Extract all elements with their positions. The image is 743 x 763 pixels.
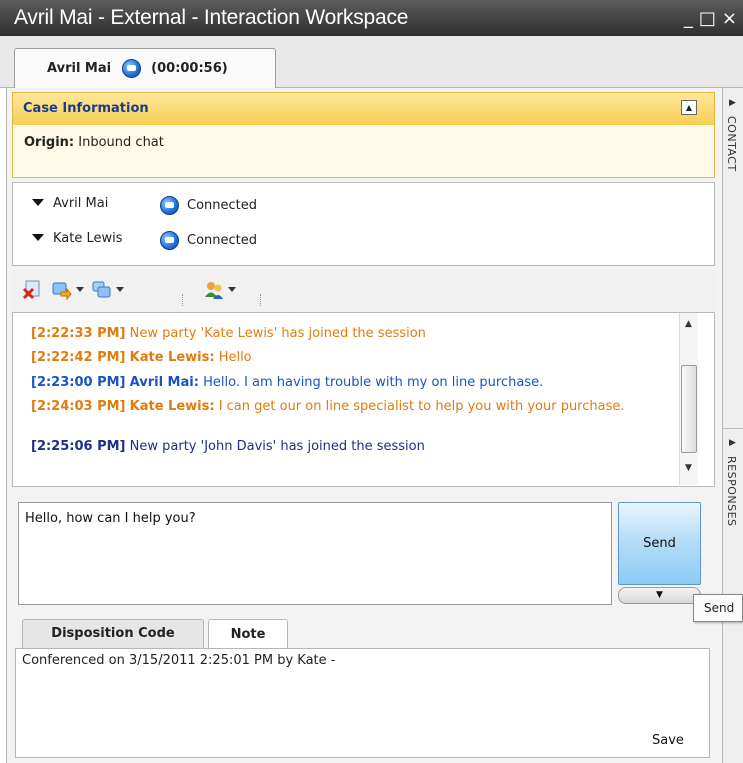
chat-toolbar xyxy=(12,270,715,312)
message-time: [2:22:42 PM] xyxy=(31,350,126,365)
conference-icon[interactable] xyxy=(92,280,112,300)
collapse-icon[interactable]: ▲ xyxy=(681,100,697,115)
message-text: I can get our on line specialist to help… xyxy=(218,399,625,414)
message-time: [2:25:06 PM] xyxy=(31,439,126,454)
tab-disposition-code[interactable]: Disposition Code xyxy=(22,619,204,648)
side-divider xyxy=(723,428,743,429)
party-status-label: Connected xyxy=(187,198,258,213)
party-status: Connected xyxy=(160,231,257,250)
party-row[interactable]: Kate Lewis Connected xyxy=(32,231,257,250)
message-sender: Kate Lewis: xyxy=(129,399,215,414)
send-button[interactable]: Send xyxy=(618,502,701,585)
responses-side-tab[interactable]: RESPONSES xyxy=(725,456,738,527)
case-information-header[interactable]: Case Information xyxy=(13,93,714,125)
transfer-menu-caret[interactable] xyxy=(76,287,84,292)
scroll-up-icon[interactable]: ▲ xyxy=(685,319,692,329)
party-status-label: Connected xyxy=(187,233,258,248)
message-time: [2:23:00 PM] xyxy=(31,375,126,390)
session-timer: (00:00:56) xyxy=(151,61,228,76)
message-time: [2:22:33 PM] xyxy=(31,326,126,341)
send-options-dropdown[interactable]: ▼ xyxy=(618,587,701,604)
message-sender: Kate Lewis: xyxy=(129,350,215,365)
chevron-down-icon: ▼ xyxy=(656,590,663,600)
close-button[interactable]: × xyxy=(722,0,737,38)
message-time: [2:24:03 PM] xyxy=(31,399,126,414)
window-title-bar: Avril Mai - External - Interaction Works… xyxy=(0,0,743,36)
message-text: New party 'Kate Lewis' has joined the se… xyxy=(129,326,426,341)
toolbar-separator xyxy=(182,294,183,306)
toolbar-separator xyxy=(260,294,261,306)
party-name: Kate Lewis xyxy=(53,231,123,246)
party-row[interactable]: Avril Mai Connected xyxy=(32,196,257,215)
conference-menu-caret[interactable] xyxy=(116,287,124,292)
chat-icon xyxy=(160,231,179,250)
expand-responses-icon[interactable]: ▶ xyxy=(729,438,736,448)
party-name: Avril Mai xyxy=(53,196,109,211)
expand-contact-icon[interactable]: ▶ xyxy=(729,98,736,108)
scrollbar-thumb[interactable] xyxy=(681,365,697,453)
transcript-message: [2:22:42 PM] Kate Lewis: Hello xyxy=(31,350,681,366)
party-status: Connected xyxy=(160,196,257,215)
caret-down-icon[interactable] xyxy=(32,199,44,206)
send-tooltip: Send xyxy=(693,594,743,622)
chat-icon xyxy=(160,196,179,215)
scroll-down-icon[interactable]: ▼ xyxy=(685,463,692,473)
tab-note[interactable]: Note xyxy=(208,619,288,649)
transcript-message: [2:22:33 PM] New party 'Kate Lewis' has … xyxy=(31,326,681,342)
session-tab-name: Avril Mai xyxy=(47,61,112,76)
transcript-message: [2:24:03 PM] Kate Lewis: I can get our o… xyxy=(31,399,681,415)
message-input[interactable]: Hello, how can I help you? xyxy=(18,502,612,605)
end-chat-icon[interactable] xyxy=(22,280,42,300)
maximize-button[interactable]: □ xyxy=(699,0,716,38)
transcript-message: [2:25:06 PM] New party 'John Davis' has … xyxy=(31,439,681,455)
chat-transcript[interactable]: [2:22:33 PM] New party 'Kate Lewis' has … xyxy=(12,312,715,487)
session-tab[interactable]: Avril Mai (00:00:56) xyxy=(14,48,276,89)
message-text: Hello. I am having trouble with my on li… xyxy=(203,375,544,390)
transfer-icon[interactable] xyxy=(52,280,72,300)
note-text[interactable]: Conferenced on 3/15/2011 2:25:01 PM by K… xyxy=(22,653,702,723)
window-controls: _ □ × xyxy=(678,0,737,36)
case-origin: Origin: Inbound chat xyxy=(24,135,164,150)
consult-icon[interactable] xyxy=(204,280,224,300)
transcript-message: [2:23:00 PM] Avril Mai: Hello. I am havi… xyxy=(31,375,681,391)
contact-side-tab[interactable]: CONTACT xyxy=(725,116,738,172)
chat-icon xyxy=(121,59,141,78)
message-text: Hello xyxy=(218,350,252,365)
parties-panel xyxy=(12,182,715,266)
save-note-button[interactable]: Save xyxy=(652,733,684,748)
origin-label: Origin: xyxy=(24,135,75,150)
minimize-button[interactable]: _ xyxy=(684,0,693,38)
side-panel: ▶ CONTACT ▶ RESPONSES xyxy=(722,88,743,763)
message-sender: Avril Mai: xyxy=(129,375,199,390)
consult-menu-caret[interactable] xyxy=(228,287,236,292)
message-text: New party 'John Davis' has joined the se… xyxy=(129,439,425,454)
caret-down-icon[interactable] xyxy=(32,234,44,241)
window-title: Avril Mai - External - Interaction Works… xyxy=(14,6,409,29)
origin-value: Inbound chat xyxy=(78,135,164,150)
